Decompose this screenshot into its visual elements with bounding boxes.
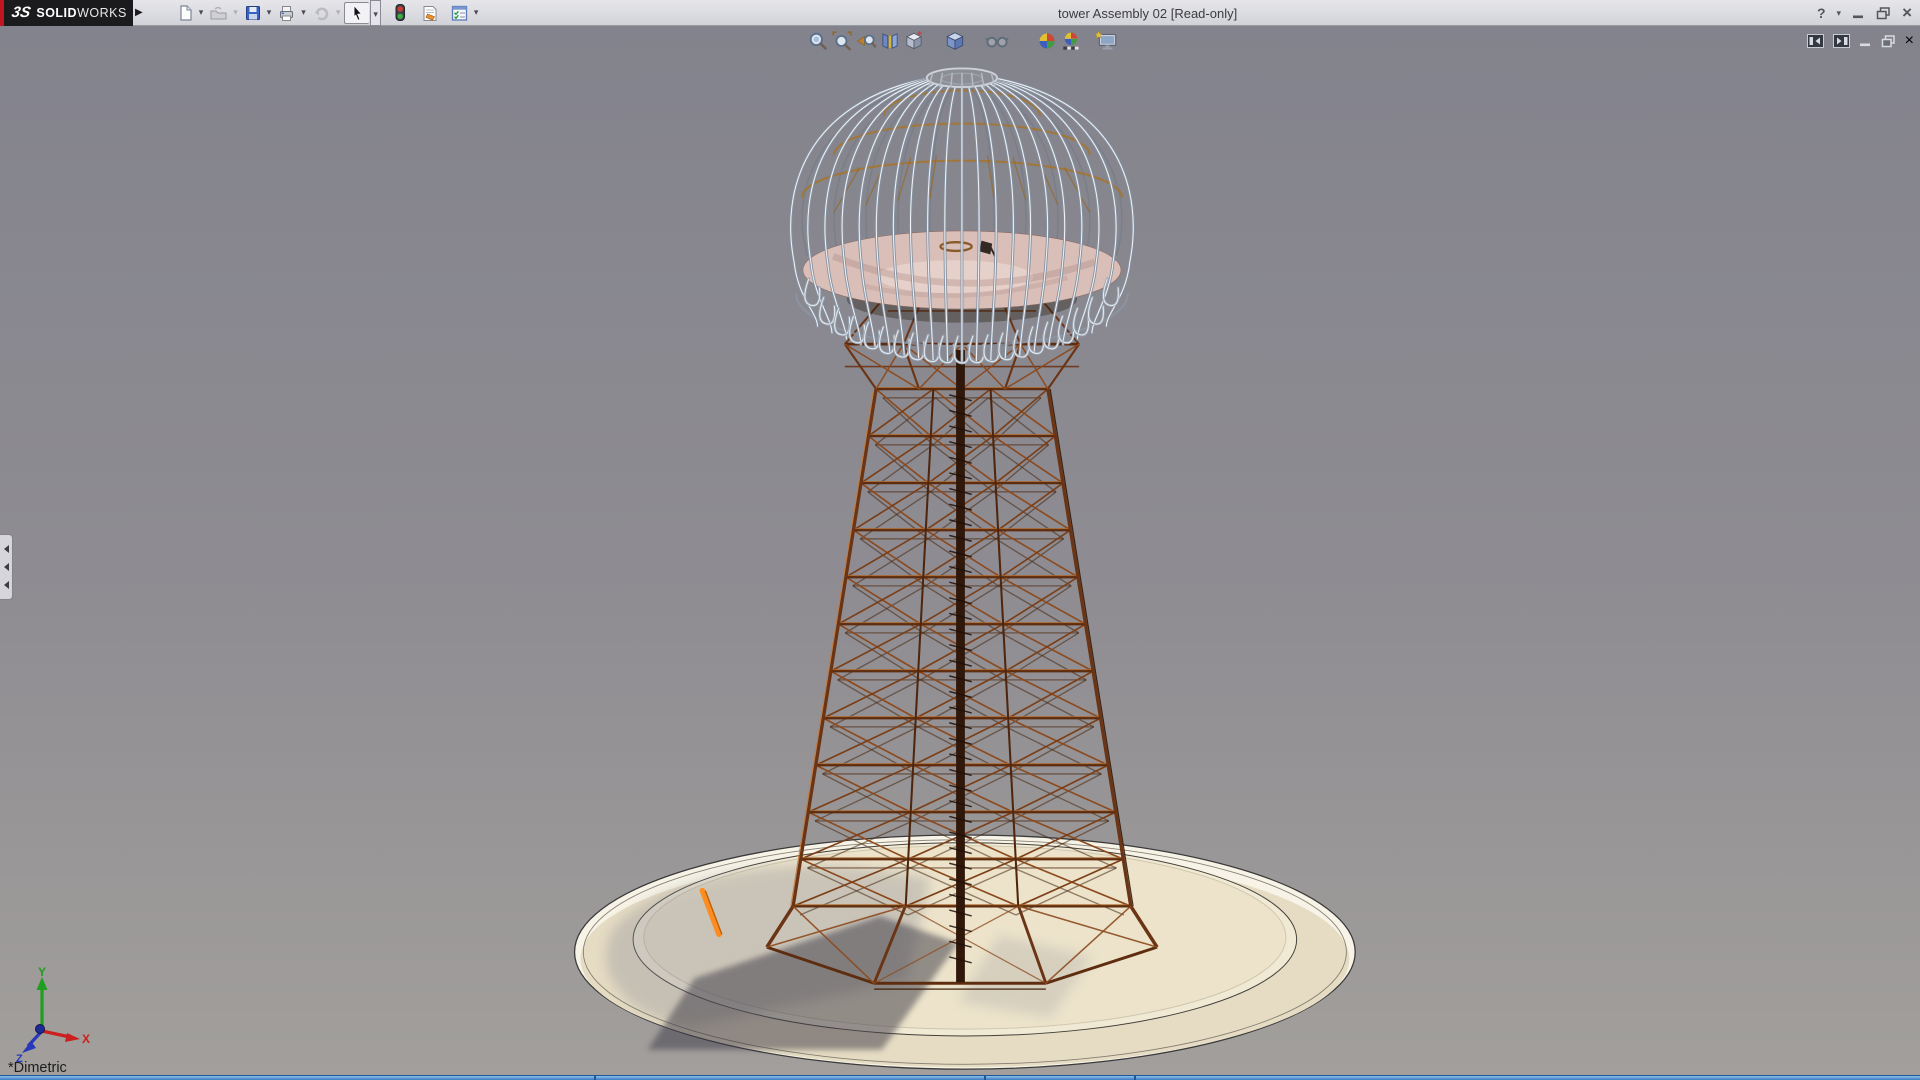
zoom-to-fit-icon xyxy=(807,30,829,52)
view-orientation-button[interactable] xyxy=(903,30,925,57)
select-tool-button[interactable] xyxy=(344,2,369,24)
section-view-button[interactable] xyxy=(879,30,901,57)
display-style-icon xyxy=(944,30,966,52)
restore-icon xyxy=(1876,7,1891,20)
component-state-button[interactable] xyxy=(389,2,411,23)
checklist-icon xyxy=(450,4,469,22)
help-button[interactable]: ? xyxy=(1817,5,1826,21)
collapse-arrow-icon xyxy=(4,581,9,589)
menu-flyout-arrow-icon[interactable]: ▶ xyxy=(135,7,143,18)
collapse-arrow-icon xyxy=(4,545,9,553)
model-dome-front xyxy=(791,68,1134,363)
doc-close-button[interactable]: × xyxy=(1905,32,1914,50)
appearance-ball-icon xyxy=(1036,30,1058,52)
zoom-to-fit-button[interactable] xyxy=(807,30,829,57)
doc-minimize-button[interactable] xyxy=(1859,35,1872,47)
view-orientation-label: *Dimetric xyxy=(8,1060,67,1075)
minimize-icon xyxy=(1852,7,1865,19)
reference-triad: Y X Z xyxy=(14,967,92,1063)
undo-dropdown-caret[interactable]: ▾ xyxy=(336,7,341,18)
save-button[interactable] xyxy=(242,3,264,23)
edge-separator xyxy=(984,1076,986,1080)
graphics-viewport[interactable]: × Y X Z *Dimetric xyxy=(0,26,1920,1075)
doc-restore-icon xyxy=(1881,35,1896,48)
document-title: tower Assembly 02 [Read-only] xyxy=(1058,6,1237,21)
apply-scene-button[interactable] xyxy=(1060,30,1082,57)
collapse-arrow-icon xyxy=(4,563,9,571)
view-settings-button[interactable] xyxy=(1095,30,1119,57)
zoom-to-area-button[interactable] xyxy=(831,30,853,57)
headsup-view-toolbar xyxy=(806,30,1120,57)
new-dropdown-caret[interactable]: ▾ xyxy=(199,7,204,18)
new-document-button[interactable] xyxy=(174,3,196,23)
traffic-light-icon xyxy=(391,3,409,22)
bottom-window-edge xyxy=(0,1075,1920,1080)
open-button[interactable] xyxy=(207,3,230,23)
new-document-icon xyxy=(176,4,194,22)
doc-minimize-icon xyxy=(1859,35,1872,47)
open-dropdown-caret[interactable]: ▾ xyxy=(233,7,238,18)
model-canvas[interactable] xyxy=(0,26,1920,1075)
triad-y-label: Y xyxy=(38,967,46,979)
titlebar: 3S SOLIDWORKS ▶ ▾ ▾ xyxy=(0,0,1920,26)
edge-separator xyxy=(1134,1076,1136,1080)
solidworks-logo: 3S SOLIDWORKS xyxy=(0,0,133,26)
glasses-icon xyxy=(985,30,1009,52)
edit-appearance-button[interactable] xyxy=(1036,30,1058,57)
brand-3s-icon: 3S xyxy=(10,4,32,21)
dock-pane-left-icon xyxy=(1807,34,1824,48)
save-icon xyxy=(244,4,262,22)
triad-x-label: X xyxy=(82,1032,90,1046)
dock-pane-right-icon xyxy=(1833,34,1850,48)
display-style-button[interactable] xyxy=(944,30,966,57)
note-hand-icon xyxy=(420,4,439,22)
view-orientation-icon xyxy=(903,30,925,52)
zoom-to-area-icon xyxy=(831,30,853,52)
help-menu-caret[interactable]: ▾ xyxy=(1837,8,1842,19)
close-button[interactable]: × xyxy=(1902,3,1912,23)
edit-note-button[interactable] xyxy=(418,3,441,23)
print-button[interactable] xyxy=(275,3,298,23)
undo-icon xyxy=(312,4,331,22)
dock-pane-left-button[interactable] xyxy=(1807,34,1824,48)
minimize-button[interactable] xyxy=(1852,7,1865,19)
print-icon xyxy=(277,4,296,22)
print-dropdown-caret[interactable]: ▾ xyxy=(301,7,306,18)
brand-name-bold: SOLID xyxy=(36,6,77,20)
dock-pane-right-button[interactable] xyxy=(1833,34,1850,48)
section-view-icon xyxy=(879,30,901,52)
open-icon xyxy=(209,4,228,22)
save-dropdown-caret[interactable]: ▾ xyxy=(267,7,272,18)
featuremanager-collapsed-tab[interactable] xyxy=(0,534,13,600)
brand-name-light: WORKS xyxy=(77,6,127,20)
restore-button[interactable] xyxy=(1876,7,1891,20)
previous-view-button[interactable] xyxy=(855,30,877,57)
document-window-controls: × xyxy=(1807,32,1914,50)
scene-ball-icon xyxy=(1060,30,1082,52)
view-settings-icon xyxy=(1095,30,1119,52)
options-dropdown-caret[interactable]: ▾ xyxy=(474,7,479,18)
select-dropdown-caret[interactable]: ▾ xyxy=(370,0,381,26)
title-controls: ? ▾ × xyxy=(1817,0,1912,26)
edge-separator xyxy=(594,1076,596,1080)
main-toolbar: ▾ ▾ ▾ xyxy=(173,0,482,26)
undo-button[interactable] xyxy=(310,3,333,23)
doc-restore-button[interactable] xyxy=(1881,35,1896,48)
select-cursor-icon xyxy=(349,4,365,22)
previous-view-icon xyxy=(855,30,877,52)
solidworks-window: 3S SOLIDWORKS ▶ ▾ ▾ xyxy=(0,0,1920,1080)
hide-show-items-button[interactable] xyxy=(985,30,1009,57)
options-checklist-button[interactable] xyxy=(448,3,471,23)
